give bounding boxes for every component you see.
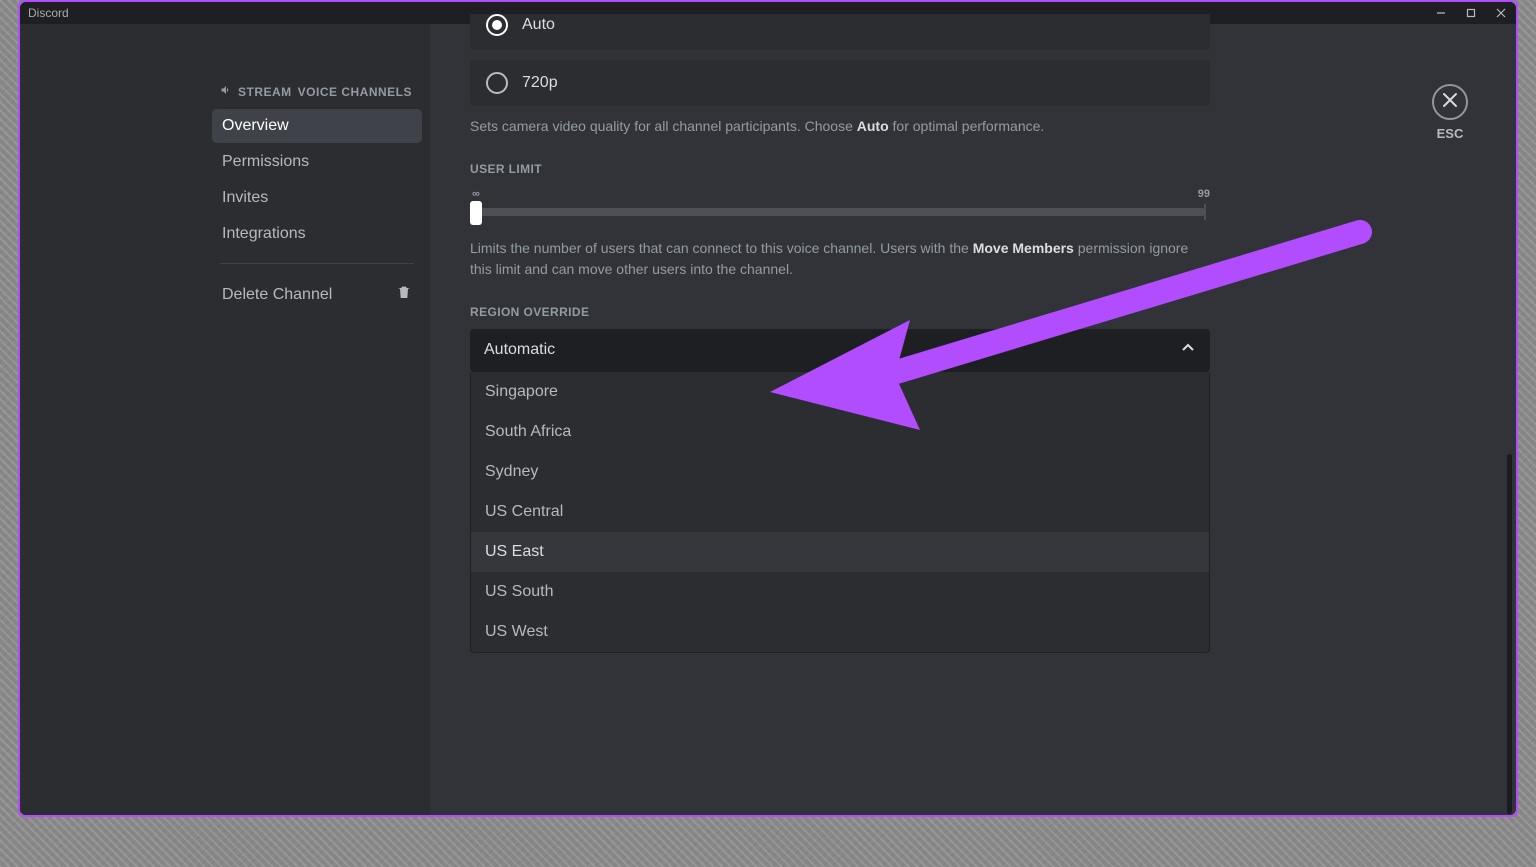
close-button[interactable] xyxy=(1486,2,1516,24)
video-quality-option-auto[interactable]: Auto xyxy=(470,14,1210,50)
sidebar-divider xyxy=(220,263,414,264)
trash-icon xyxy=(396,284,412,305)
speaker-icon xyxy=(220,84,232,99)
region-override-dropdown[interactable]: Automatic xyxy=(470,329,1210,372)
user-limit-slider[interactable]: ∞ 99 xyxy=(470,186,1210,230)
maximize-button[interactable] xyxy=(1456,2,1486,24)
minimize-button[interactable] xyxy=(1426,2,1456,24)
user-limit-description: Limits the number of users that can conn… xyxy=(470,238,1210,279)
sidebar-item-overview[interactable]: Overview xyxy=(212,109,422,143)
chevron-up-icon xyxy=(1180,340,1196,361)
region-selected-value: Automatic xyxy=(484,341,555,359)
sidebar-item-invites[interactable]: Invites xyxy=(212,181,422,215)
close-esc-label: ESC xyxy=(1437,126,1464,141)
window-title: Discord xyxy=(28,6,69,20)
radio-selected-icon xyxy=(486,14,508,36)
video-quality-720p-label: 720p xyxy=(522,74,558,92)
delete-channel-button[interactable]: Delete Channel xyxy=(212,276,422,313)
region-override-label: REGION OVERRIDE xyxy=(470,305,1210,319)
region-option[interactable]: Singapore xyxy=(471,372,1209,412)
close-icon xyxy=(1442,92,1458,113)
discord-window: Discord STREAM VOICE CHANNELS OverviewPe… xyxy=(20,2,1516,815)
region-dropdown-list: SingaporeSouth AfricaSydneyUS CentralUS … xyxy=(470,372,1210,653)
region-option[interactable]: US South xyxy=(471,572,1209,612)
settings-content: STREAM VOICE CHANNELS OverviewPermission… xyxy=(20,24,1516,815)
sidebar-header-prefix: STREAM xyxy=(238,85,292,99)
video-quality-description: Sets camera video quality for all channe… xyxy=(470,116,1210,136)
user-limit-label: USER LIMIT xyxy=(470,162,1210,176)
slider-handle[interactable] xyxy=(470,201,482,225)
sidebar-header: STREAM VOICE CHANNELS xyxy=(212,84,422,99)
scrollbar-thumb[interactable] xyxy=(1507,454,1512,814)
region-option[interactable]: US East xyxy=(471,532,1209,572)
slider-max-label: 99 xyxy=(1198,188,1210,200)
video-quality-option-720p[interactable]: 720p xyxy=(470,60,1210,106)
settings-sidebar: STREAM VOICE CHANNELS OverviewPermission… xyxy=(20,24,430,815)
window-controls xyxy=(1426,2,1516,24)
region-option[interactable]: US Central xyxy=(471,492,1209,532)
region-option[interactable]: US West xyxy=(471,612,1209,652)
sidebar-item-permissions[interactable]: Permissions xyxy=(212,145,422,179)
radio-unselected-icon xyxy=(486,72,508,94)
close-settings-button[interactable]: ESC xyxy=(1432,84,1468,141)
sidebar-header-text: VOICE CHANNELS xyxy=(298,85,412,99)
video-quality-auto-label: Auto xyxy=(522,16,555,34)
region-option[interactable]: South Africa xyxy=(471,412,1209,452)
settings-main: ESC Auto 720p Sets camera video quality … xyxy=(430,24,1516,815)
slider-min-label: ∞ xyxy=(472,188,480,200)
sidebar-item-integrations[interactable]: Integrations xyxy=(212,217,422,251)
region-option[interactable]: Sydney xyxy=(471,452,1209,492)
delete-channel-label: Delete Channel xyxy=(222,286,332,304)
